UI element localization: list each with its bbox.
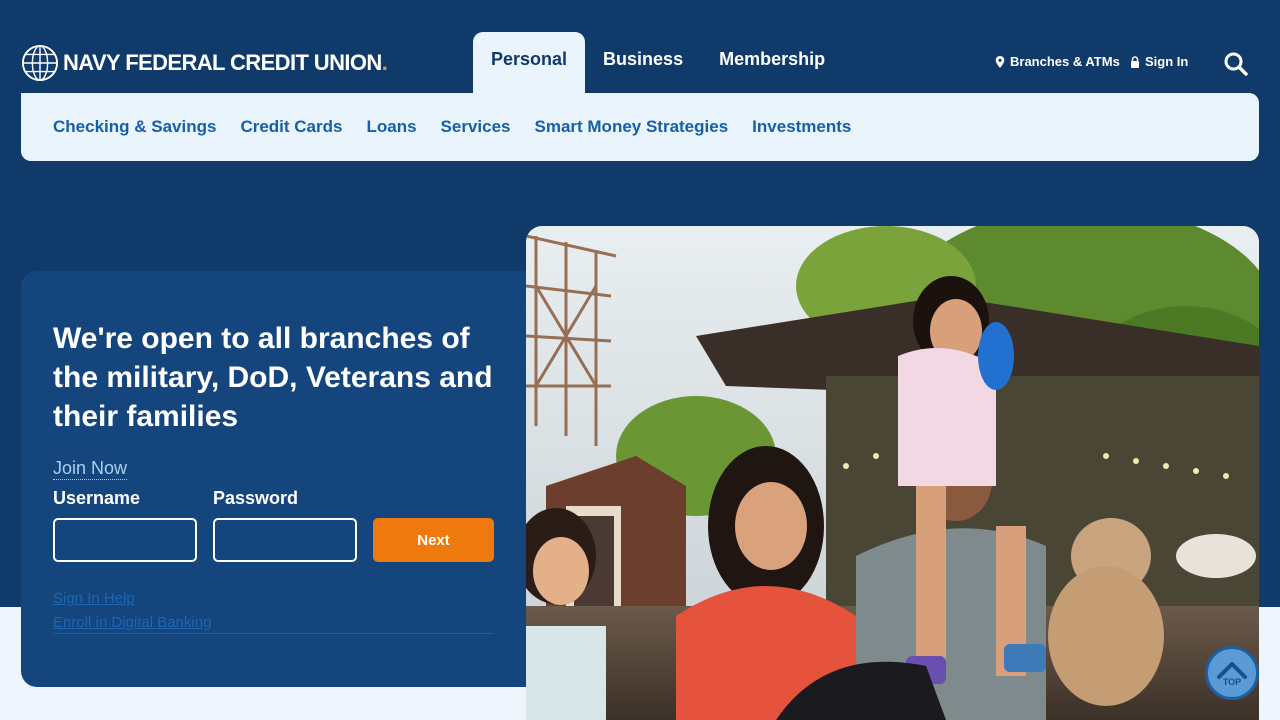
map-pin-icon <box>995 55 1005 68</box>
subnav-services[interactable]: Services <box>441 117 511 137</box>
tab-membership[interactable]: Membership <box>701 32 843 93</box>
main-tabs: Personal Business Membership <box>473 32 843 93</box>
username-input[interactable] <box>53 518 197 562</box>
login-heading: We're open to all branches of the milita… <box>53 322 493 433</box>
search-button[interactable] <box>1223 51 1249 77</box>
subnav-loans[interactable]: Loans <box>366 117 416 137</box>
tab-personal[interactable]: Personal <box>473 32 586 93</box>
next-button[interactable]: Next <box>373 518 494 562</box>
site-logo[interactable]: NAVY FEDERAL CREDIT UNION. <box>21 44 388 82</box>
login-card: We're open to all branches of the milita… <box>21 271 561 687</box>
family-photo <box>526 226 1259 720</box>
hero-family-photo <box>526 226 1259 720</box>
join-now-link[interactable]: Join Now <box>53 458 128 480</box>
password-input[interactable] <box>213 518 357 562</box>
site-header: NAVY FEDERAL CREDIT UNION. Personal Busi… <box>0 0 1280 93</box>
enroll-digital-banking-link[interactable]: Enroll in Digital Banking <box>53 614 211 631</box>
search-icon <box>1224 52 1248 76</box>
card-divider <box>53 633 494 634</box>
tab-business[interactable]: Business <box>585 32 701 93</box>
sign-in-help-link[interactable]: Sign In Help <box>53 590 135 607</box>
personal-subnav: Checking & Savings Credit Cards Loans Se… <box>21 93 1259 161</box>
back-to-top-label: TOP <box>1222 677 1242 687</box>
username-label: Username <box>53 488 141 508</box>
globe-icon <box>21 44 59 82</box>
subnav-credit-cards[interactable]: Credit Cards <box>240 117 342 137</box>
password-label: Password <box>213 488 299 508</box>
subnav-smart-money[interactable]: Smart Money Strategies <box>534 117 728 137</box>
back-to-top-button[interactable]: TOP <box>1205 646 1259 700</box>
logo-wordmark: NAVY FEDERAL CREDIT UNION. <box>63 50 388 75</box>
branches-atms-link[interactable]: Branches & ATMs <box>995 54 1120 69</box>
subnav-checking-savings[interactable]: Checking & Savings <box>53 117 216 137</box>
lock-icon <box>1131 55 1139 68</box>
subnav-investments[interactable]: Investments <box>752 117 851 137</box>
sign-in-link[interactable]: Sign In <box>1130 54 1188 69</box>
